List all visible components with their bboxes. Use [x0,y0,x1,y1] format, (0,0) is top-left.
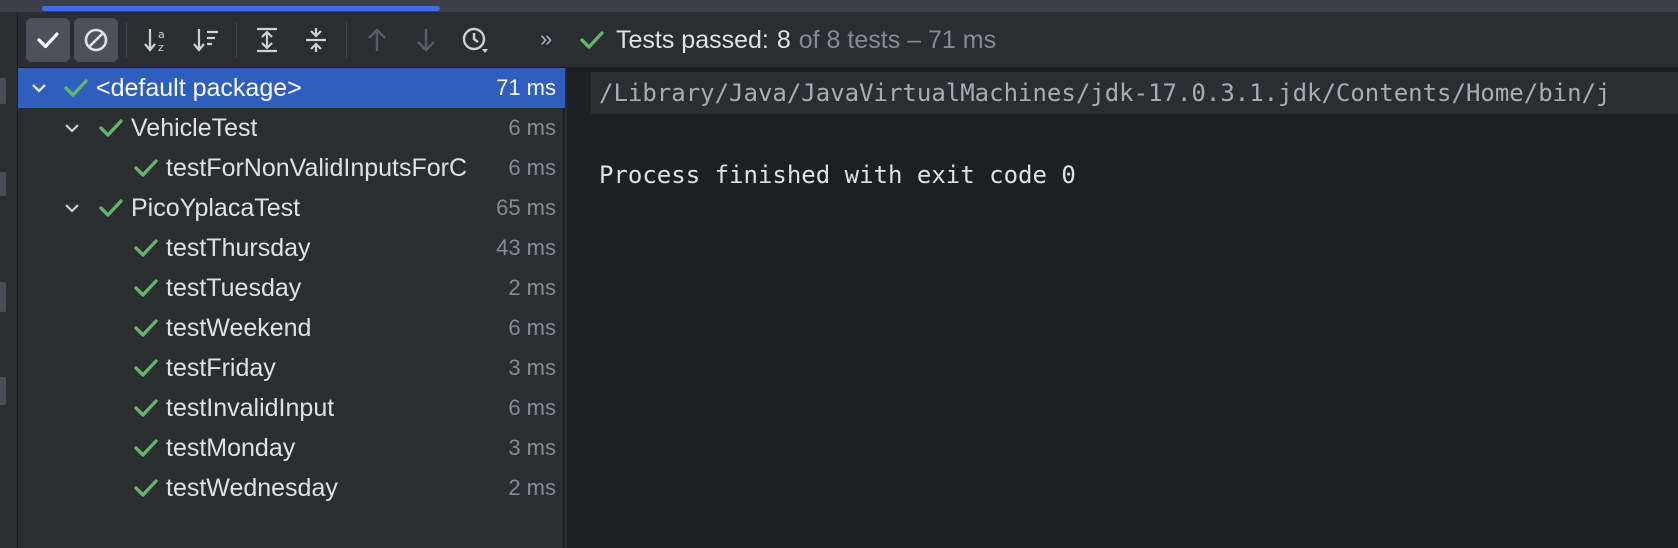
collapse-all-button[interactable] [294,18,338,62]
status-suffix: of 8 tests – 71 ms [798,25,997,54]
tree-row-test[interactable]: testFriday 3 ms [18,348,565,388]
passed-check-icon [134,279,158,297]
next-failed-icon [417,29,435,52]
passed-check-icon [134,359,158,377]
tree-row-duration: 43 ms [496,235,556,260]
tree-row-duration: 71 ms [496,75,556,100]
tree-row-duration: 6 ms [508,395,556,420]
tree-row-label: testWednesday [166,473,338,502]
show-passed-button[interactable] [26,18,70,62]
next-failed-button[interactable] [404,18,448,62]
passed-check-icon [134,239,158,257]
tree-row-duration: 3 ms [508,435,556,460]
test-progress-bar [42,6,440,11]
tree-row-vehicletest[interactable]: VehicleTest 6 ms [18,108,565,148]
expand-arrow-icon[interactable] [28,77,50,99]
passed-check-icon [134,159,158,177]
sort-alphabetically-button[interactable]: az [135,18,179,62]
show-passed-icon [37,32,59,49]
passed-check-icon [134,399,158,417]
gutter-marker [0,78,6,104]
svg-text:z: z [158,41,164,54]
tree-row-label: testWeekend [166,313,312,342]
left-gutter [0,12,18,548]
expand-arrow-icon[interactable] [61,117,83,139]
more-chevron-icon[interactable]: » [540,26,552,52]
show-ignored-button[interactable] [74,18,118,62]
passed-check-icon [134,479,158,497]
passed-check-icon [134,319,158,337]
tree-row-label: VehicleTest [131,113,258,142]
tree-row-label: testMonday [166,433,296,462]
gutter-marker [0,377,6,405]
test-status-summary: Tests passed: 8 of 8 tests – 71 ms [578,25,996,55]
test-runner-toolbar: az » Tests passed: 8 of 8 tests – 71 ms [18,12,1678,68]
gutter-marker [0,282,6,312]
tree-row-duration: 3 ms [508,355,556,380]
tree-row-label: PicoYplacaTest [131,193,301,222]
status-passed-count: 8 [776,25,791,54]
console-command-line[interactable]: /Library/Java/JavaVirtualMachines/jdk-17… [591,72,1678,114]
tree-row-label: testInvalidInput [166,393,335,422]
tree-row-picoyplacatest[interactable]: PicoYplacaTest 65 ms [18,188,565,228]
tree-row-duration: 6 ms [508,315,556,340]
tree-row-test[interactable]: testInvalidInput 6 ms [18,388,565,428]
previous-failed-button[interactable] [355,18,399,62]
toolbar-separator [346,22,347,58]
tree-row-test[interactable]: testForNonValidInputsForC 6 ms [18,148,565,188]
console-output[interactable]: /Library/Java/JavaVirtualMachines/jdk-17… [567,68,1678,548]
expand-all-button[interactable] [245,18,289,62]
top-strip [0,0,1678,12]
svg-text:a: a [158,28,165,41]
tree-row-duration: 65 ms [496,195,556,220]
tree-row-test[interactable]: testTuesday 2 ms [18,268,565,308]
tree-row-duration: 6 ms [508,115,556,140]
expand-arrow-icon[interactable] [61,197,83,219]
status-prefix: Tests passed: [616,25,769,54]
tree-row-label: <default package> [96,73,302,102]
sort-alphabetically-icon: az [144,28,165,54]
tree-row-test[interactable]: testThursday 43 ms [18,228,565,268]
gutter-marker [0,172,6,196]
expand-all-icon [257,27,277,53]
tree-row-test[interactable]: testWednesday 2 ms [18,468,565,508]
sort-by-duration-icon [193,29,218,52]
previous-failed-icon [368,28,386,51]
passed-check-icon [64,79,88,97]
toolbar-separator [126,22,127,58]
tree-row-duration: 2 ms [508,475,556,500]
passed-check-icon [99,119,123,137]
tree-row-label: testForNonValidInputsForC [166,153,468,182]
tree-row-label: testThursday [166,233,311,262]
test-history-icon [462,27,488,53]
tree-row-duration: 2 ms [508,275,556,300]
sort-by-duration-button[interactable] [184,18,228,62]
show-ignored-icon [84,28,108,52]
test-results-tree: <default package> 71 ms VehicleTest 6 ms… [18,68,565,548]
console-exit-message: Process finished with exit code 0 [599,161,1076,189]
passed-check-icon [580,31,604,49]
tree-row-label: testTuesday [166,273,302,302]
passed-check-icon [134,439,158,457]
collapse-all-icon [306,28,326,52]
tree-row-test[interactable]: testMonday 3 ms [18,428,565,468]
tree-row-label: testFriday [166,353,276,382]
tree-row-test[interactable]: testWeekend 6 ms [18,308,565,348]
passed-check-icon [99,199,123,217]
test-history-button[interactable] [453,18,497,62]
tree-row-duration: 6 ms [508,155,556,180]
tree-row-default-package[interactable]: <default package> 71 ms [18,68,565,108]
toolbar-separator [236,22,237,58]
